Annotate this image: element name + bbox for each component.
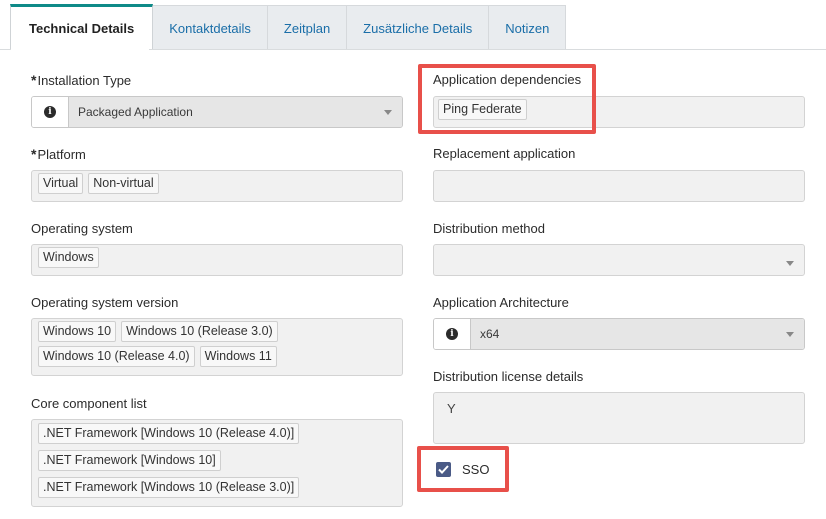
info-icon[interactable]: i (32, 97, 69, 127)
chip: Virtual (38, 173, 84, 194)
os-version-label: Operating system version (31, 295, 179, 310)
tab-kontaktdetails[interactable]: Kontaktdetails (153, 5, 268, 50)
required-mark: * (31, 146, 37, 162)
distribution-method-select[interactable] (433, 244, 805, 276)
distribution-method-label: Distribution method (433, 221, 545, 236)
chevron-down-icon (786, 261, 794, 266)
chevron-down-icon (384, 110, 392, 115)
platform-label: *Platform (31, 146, 86, 162)
license-details-label: Distribution license details (433, 369, 584, 384)
app-architecture-label: Application Architecture (433, 295, 569, 310)
core-components-chips: .NET Framework [Windows 10 (Release 4.0)… (38, 423, 338, 498)
tab-technical-details[interactable]: Technical Details (10, 4, 154, 50)
installation-type-value: Packaged Application (78, 105, 193, 119)
installation-type-label: *Installation Type (31, 72, 132, 88)
license-details-value: Y (447, 401, 456, 416)
app-architecture-value: x64 (480, 327, 500, 341)
chip: Windows 10 (Release 4.0) (38, 346, 195, 367)
operating-system-label: Operating system (31, 221, 133, 236)
info-icon[interactable]: i (434, 319, 471, 349)
replacement-app-field[interactable] (433, 170, 805, 202)
tab-zusaetzliche-details[interactable]: Zusätzliche Details (347, 5, 490, 50)
chip: .NET Framework [Windows 10 (Release 4.0)… (38, 423, 300, 444)
chip: .NET Framework [Windows 10 (Release 3.0)… (38, 477, 300, 498)
required-mark: * (31, 72, 37, 88)
tab-notizen[interactable]: Notizen (489, 5, 567, 50)
os-version-chips: Windows 10 Windows 10 (Release 3.0) Wind… (38, 321, 328, 367)
operating-system-chips: Windows (38, 247, 99, 268)
chip: Windows 10 (38, 321, 117, 342)
chip: .NET Framework [Windows 10] (38, 450, 221, 471)
highlight-box (418, 64, 596, 134)
replacement-app-label: Replacement application (433, 146, 576, 161)
core-components-label: Core component list (31, 396, 147, 411)
app-architecture-select[interactable]: i x64 (433, 318, 805, 350)
chip: Windows 10 (Release 3.0) (121, 321, 278, 342)
chip: Windows (38, 247, 99, 268)
highlight-box (417, 446, 509, 492)
license-details-textarea[interactable]: Y (433, 392, 805, 444)
chevron-down-icon (786, 332, 794, 337)
chip: Non-virtual (88, 173, 159, 194)
chip: Windows 11 (199, 346, 277, 367)
tab-bar: Technical Details Kontaktdetails Zeitpla… (10, 4, 567, 50)
platform-chips: Virtual Non-virtual (38, 173, 159, 194)
tab-zeitplan[interactable]: Zeitplan (267, 5, 348, 50)
installation-type-select[interactable]: i Packaged Application (31, 96, 403, 128)
